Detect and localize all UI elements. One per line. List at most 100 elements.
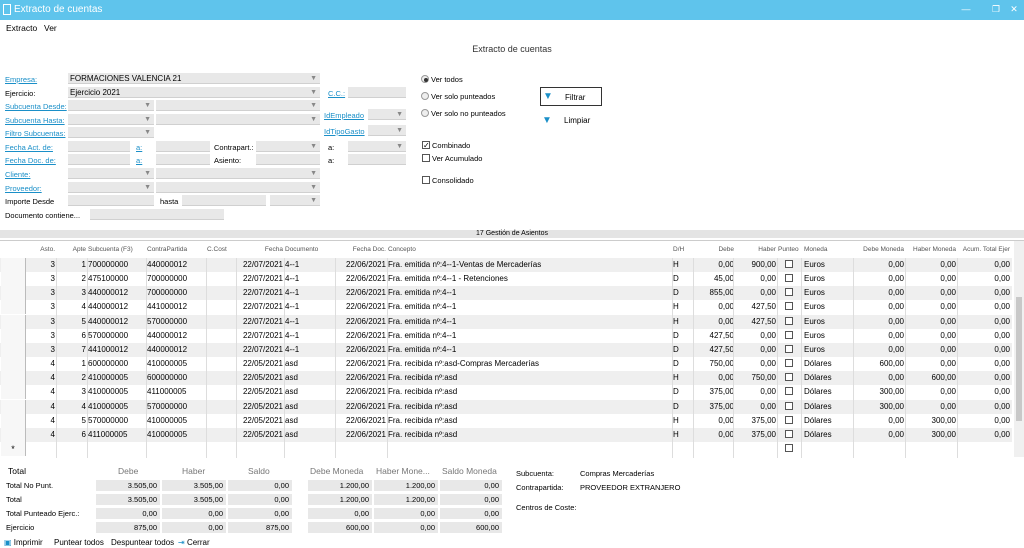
importe-desde-input[interactable] bbox=[68, 195, 154, 206]
cell-fecha[interactable]: 22/05/2021 bbox=[237, 385, 283, 399]
cell-hm[interactable]: 0,00 bbox=[906, 315, 956, 329]
cell-sub[interactable]: 440000012 bbox=[88, 300, 146, 314]
table-row[interactable]: 3 5 440000012 570000000 22/07/2021 4--1 22/06/… bbox=[0, 314, 1012, 329]
cell-debe[interactable]: 0,00 bbox=[694, 300, 734, 314]
cell-asto[interactable]: 3 bbox=[27, 300, 55, 314]
cell-fecha[interactable]: 22/07/2021 bbox=[237, 329, 283, 343]
cell-sub[interactable]: 410000005 bbox=[88, 400, 146, 414]
cell-fdoc[interactable]: 22/06/2021 bbox=[336, 315, 386, 329]
cell-hm[interactable]: 600,00 bbox=[906, 371, 956, 385]
col-haber-moneda[interactable]: Haber Moneda bbox=[906, 241, 956, 258]
new-row[interactable]: * bbox=[0, 441, 1012, 456]
cliente-label[interactable]: Cliente: bbox=[5, 170, 30, 179]
puntear-todos-button[interactable]: Puntear todos bbox=[54, 538, 104, 547]
radio-ver-todos[interactable] bbox=[421, 75, 429, 83]
cell-fecha[interactable]: 22/05/2021 bbox=[237, 428, 283, 442]
cell-dm[interactable]: 0,00 bbox=[854, 300, 904, 314]
punteo-checkbox[interactable] bbox=[785, 274, 793, 283]
idtipogasto-select[interactable]: ▼ bbox=[368, 125, 406, 136]
cell-cp[interactable]: 441000012 bbox=[147, 300, 207, 314]
cell-hm[interactable]: 0,00 bbox=[906, 272, 956, 286]
cell-asto[interactable]: 4 bbox=[27, 400, 55, 414]
cell-dm[interactable]: 0,00 bbox=[854, 428, 904, 442]
cell-cp[interactable]: 410000005 bbox=[147, 428, 207, 442]
cell-dh[interactable]: H bbox=[673, 258, 693, 272]
subcuenta-desde-label[interactable]: Subcuenta Desde: bbox=[5, 102, 67, 111]
filtrar-button[interactable]: ▼ Filtrar bbox=[540, 87, 602, 106]
radio-punteados[interactable] bbox=[421, 92, 429, 100]
cell-debe[interactable]: 0,00 bbox=[694, 428, 734, 442]
cell-moneda[interactable]: Euros bbox=[804, 343, 850, 357]
cell-asto[interactable]: 3 bbox=[27, 272, 55, 286]
row-selector[interactable] bbox=[1, 413, 26, 428]
cell-haber[interactable]: 427,50 bbox=[734, 315, 776, 329]
col-debe[interactable]: Debe bbox=[694, 241, 734, 258]
cell-dm[interactable]: 0,00 bbox=[854, 272, 904, 286]
cell-concepto[interactable]: Fra. emitida nº:4--1 bbox=[388, 343, 672, 357]
menu-extracto[interactable]: Extracto bbox=[6, 23, 37, 33]
col-concepto[interactable]: Concepto bbox=[388, 241, 488, 258]
cell-moneda[interactable]: Dólares bbox=[804, 428, 850, 442]
punteo-checkbox[interactable] bbox=[785, 288, 793, 297]
proveedor-select[interactable]: ▼ bbox=[68, 182, 154, 193]
cell-doc[interactable]: asd bbox=[285, 385, 335, 399]
cell-hm[interactable]: 0,00 bbox=[906, 300, 956, 314]
cell-moneda[interactable]: Euros bbox=[804, 329, 850, 343]
cell-fecha[interactable]: 22/07/2021 bbox=[237, 258, 283, 272]
table-row[interactable]: 4 6 411000005 410000005 22/05/2021 asd 22/06/2… bbox=[0, 427, 1012, 442]
cell-debe[interactable]: 427,50 bbox=[694, 343, 734, 357]
cell-cp[interactable]: 570000000 bbox=[147, 315, 207, 329]
cell-dm[interactable]: 0,00 bbox=[854, 329, 904, 343]
cell-dh[interactable]: H bbox=[673, 428, 693, 442]
asiento-hasta-input[interactable] bbox=[348, 154, 406, 165]
grid-scrollbar[interactable] bbox=[1014, 241, 1024, 457]
cell-dh[interactable]: H bbox=[673, 371, 693, 385]
cell-fdoc[interactable]: 22/06/2021 bbox=[336, 300, 386, 314]
col-fecha[interactable]: Fecha bbox=[237, 241, 283, 258]
cell-acum[interactable]: 0,00 bbox=[958, 414, 1010, 428]
cell-sub[interactable]: 570000000 bbox=[88, 414, 146, 428]
cell-hm[interactable]: 0,00 bbox=[906, 357, 956, 371]
empresa-select[interactable]: FORMACIONES VALENCIA 21 ▼ bbox=[68, 73, 320, 84]
ejercicio-select[interactable]: Ejercicio 2021 ▼ bbox=[68, 87, 320, 98]
cell-fecha[interactable]: 22/05/2021 bbox=[237, 357, 283, 371]
col-dh[interactable]: D/H bbox=[673, 241, 693, 258]
cell-dh[interactable]: H bbox=[673, 315, 693, 329]
cell-dh[interactable]: H bbox=[673, 300, 693, 314]
cell-debe[interactable]: 0,00 bbox=[694, 258, 734, 272]
proveedor-label[interactable]: Proveedor: bbox=[5, 184, 42, 193]
cell-acum[interactable]: 0,00 bbox=[958, 400, 1010, 414]
table-row[interactable]: 4 3 410000005 411000005 22/05/2021 asd 22/06/2… bbox=[0, 385, 1012, 400]
cell-hm[interactable]: 300,00 bbox=[906, 428, 956, 442]
cell-dm[interactable]: 300,00 bbox=[854, 400, 904, 414]
cell-doc[interactable]: 4--1 bbox=[285, 272, 335, 286]
cell-doc[interactable]: asd bbox=[285, 400, 335, 414]
limpiar-button[interactable]: ▼ Limpiar bbox=[540, 114, 602, 128]
close-button[interactable]: ✕ bbox=[1008, 3, 1020, 16]
cell-fdoc[interactable]: 22/06/2021 bbox=[336, 343, 386, 357]
cell-haber[interactable]: 900,00 bbox=[734, 258, 776, 272]
cell-sub[interactable]: 411000005 bbox=[88, 428, 146, 442]
subcuenta-desde-select[interactable]: ▼ bbox=[68, 100, 154, 111]
row-selector[interactable] bbox=[1, 286, 26, 301]
cell-acum[interactable]: 0,00 bbox=[958, 315, 1010, 329]
cell-haber[interactable]: 0,00 bbox=[734, 343, 776, 357]
cell-sub[interactable]: 570000000 bbox=[88, 329, 146, 343]
importe-hasta-input[interactable] bbox=[182, 195, 266, 206]
col-documento[interactable]: Documento bbox=[285, 241, 335, 258]
cell-doc[interactable]: 4--1 bbox=[285, 315, 335, 329]
cell-cp[interactable]: 570000000 bbox=[147, 400, 207, 414]
cell-debe[interactable]: 0,00 bbox=[694, 371, 734, 385]
cell-moneda[interactable]: Euros bbox=[804, 258, 850, 272]
row-selector[interactable] bbox=[1, 300, 26, 315]
cell-asto[interactable]: 4 bbox=[27, 414, 55, 428]
empresa-label[interactable]: Empresa: bbox=[5, 75, 37, 84]
cliente-name[interactable]: ▼ bbox=[156, 168, 320, 179]
cell-cp[interactable]: 410000005 bbox=[147, 414, 207, 428]
col-subcuenta[interactable]: Subcuenta (F3) bbox=[88, 241, 146, 258]
idtipogasto-label[interactable]: IdTipoGasto bbox=[324, 127, 365, 136]
cell-cp[interactable]: 700000000 bbox=[147, 272, 207, 286]
col-apte[interactable]: Apte bbox=[58, 241, 86, 258]
cell-sub[interactable]: 410000005 bbox=[88, 371, 146, 385]
cell-dh[interactable]: D bbox=[673, 286, 693, 300]
